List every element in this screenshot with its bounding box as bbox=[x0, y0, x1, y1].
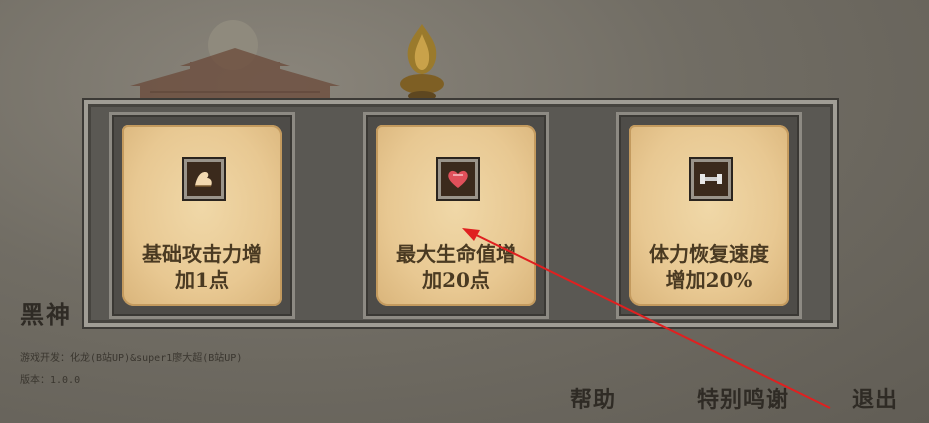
upgrade-line-2: 加1点 bbox=[175, 268, 229, 292]
lotus-flame-icon bbox=[400, 24, 444, 101]
help-button[interactable]: 帮助 bbox=[570, 382, 616, 414]
upgrade-card-frame[interactable]: 体力恢复速度 增加20% bbox=[616, 112, 802, 319]
upgrade-card-health[interactable]: 最大生命值增 加20点 bbox=[376, 125, 536, 306]
upgrade-card-attack[interactable]: 基础攻击力增 加1点 bbox=[122, 125, 282, 306]
upgrade-description: 最大生命值增 加20点 bbox=[376, 241, 536, 293]
upgrade-line-1: 体力恢复速度 bbox=[649, 242, 769, 266]
upgrade-card-stamina[interactable]: 体力恢复速度 增加20% bbox=[629, 125, 789, 306]
upgrade-description: 体力恢复速度 增加20% bbox=[629, 241, 789, 293]
upgrade-line-1: 基础攻击力增 bbox=[142, 242, 262, 266]
upgrade-card-frame[interactable]: 基础攻击力增 加1点 bbox=[109, 112, 295, 319]
upgrade-line-1: 最大生命值增 bbox=[396, 242, 516, 266]
dumbbell-icon bbox=[691, 159, 731, 199]
version-label: 版本：1.0.0 bbox=[20, 375, 81, 386]
heart-icon bbox=[438, 159, 478, 199]
arm-strength-icon bbox=[184, 159, 224, 199]
thanks-button[interactable]: 特别鸣谢 bbox=[697, 382, 789, 414]
game-title: 黑神 bbox=[20, 300, 72, 329]
upgrade-line-2: 加20点 bbox=[422, 268, 490, 292]
upgrade-line-2: 增加20% bbox=[665, 268, 753, 292]
upgrade-card-frame[interactable]: 最大生命值增 加20点 bbox=[363, 112, 549, 319]
developer-credit: 游戏开发：化龙(B站UP)&super1廖大超(B站UP) bbox=[20, 353, 243, 364]
exit-button[interactable]: 退出 bbox=[852, 382, 898, 414]
upgrade-description: 基础攻击力增 加1点 bbox=[122, 241, 282, 293]
